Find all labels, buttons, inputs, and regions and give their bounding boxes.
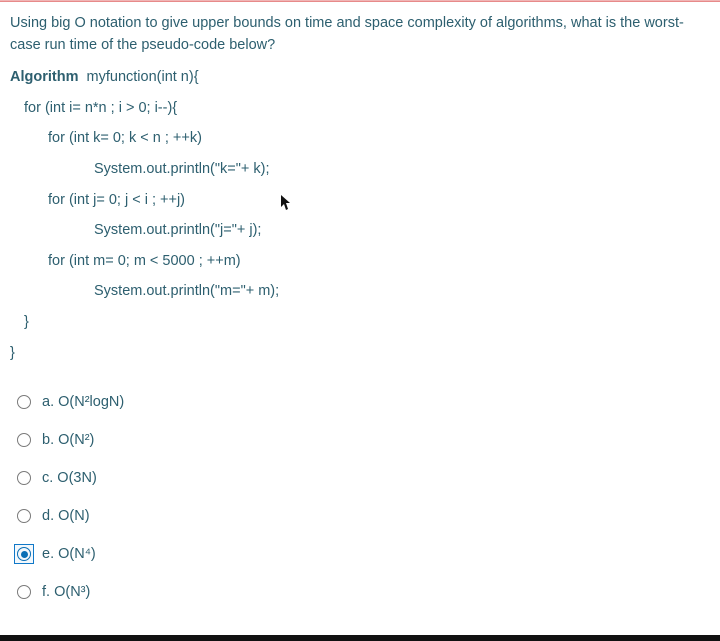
radio-b[interactable] (17, 433, 31, 447)
radio-wrap-f (14, 582, 34, 602)
option-d[interactable]: d. O(N) (10, 497, 710, 535)
option-a[interactable]: a. O(N²logN) (10, 383, 710, 421)
option-e[interactable]: e. O(N⁴) (10, 535, 710, 573)
text-cursor-icon (280, 195, 290, 211)
code-line-6: System.out.println("j="+ j); (10, 218, 710, 243)
option-a-label: a. O(N²logN) (42, 394, 124, 410)
option-d-label: d. O(N) (42, 508, 90, 524)
question-content: Using big O notation to give upper bound… (0, 2, 720, 611)
code-line-2: for (int i= n*n ; i > 0; i--){ (10, 96, 710, 121)
code-line-10: } (10, 341, 710, 366)
radio-wrap-a (14, 392, 34, 412)
option-b[interactable]: b. O(N²) (10, 421, 710, 459)
radio-d[interactable] (17, 509, 31, 523)
code-line-4: System.out.println("k="+ k); (10, 157, 710, 182)
option-c[interactable]: c. O(3N) (10, 459, 710, 497)
code-line-1: Algorithm myfunction(int n){ (10, 65, 710, 90)
answer-options: a. O(N²logN) b. O(N²) c. O(3N) d. O(N) e… (10, 383, 710, 611)
code-line-7: for (int m= 0; m < 5000 ; ++m) (10, 249, 710, 274)
code-line-5: for (int j= 0; j < i ; ++j) (10, 188, 710, 213)
radio-wrap-e (14, 544, 34, 564)
radio-a[interactable] (17, 395, 31, 409)
question-prompt: Using big O notation to give upper bound… (10, 12, 710, 57)
radio-wrap-c (14, 468, 34, 488)
code-line-3: for (int k= 0; k < n ; ++k) (10, 126, 710, 151)
radio-e[interactable] (17, 547, 31, 561)
option-c-label: c. O(3N) (42, 470, 97, 486)
option-f[interactable]: f. O(N³) (10, 573, 710, 611)
algorithm-keyword: Algorithm (10, 69, 78, 85)
radio-wrap-d (14, 506, 34, 526)
radio-f[interactable] (17, 585, 31, 599)
option-b-label: b. O(N²) (42, 432, 94, 448)
bottom-bar (0, 635, 720, 641)
radio-wrap-b (14, 430, 34, 450)
radio-c[interactable] (17, 471, 31, 485)
option-e-label: e. O(N⁴) (42, 546, 96, 562)
code-l1b: myfunction(int n){ (78, 69, 198, 85)
code-line-8: System.out.println("m="+ m); (10, 279, 710, 304)
code-line-9: } (10, 310, 710, 335)
option-f-label: f. O(N³) (42, 584, 90, 600)
